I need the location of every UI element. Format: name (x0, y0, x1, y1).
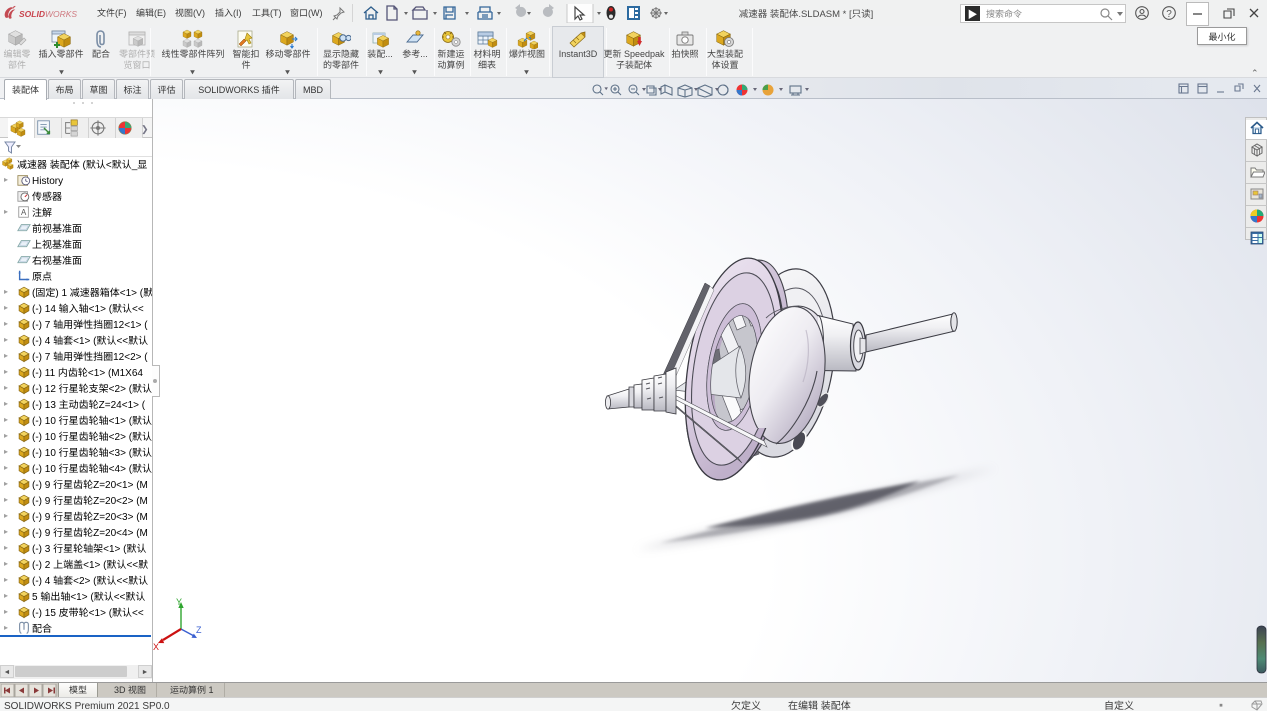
svg-text:SOLIDWORKS: SOLIDWORKS (19, 9, 77, 19)
svg-text:Z: Z (196, 625, 202, 635)
svg-text:?: ? (1166, 9, 1172, 20)
svg-text:Y: Y (176, 597, 182, 607)
svg-text:X: X (153, 642, 159, 652)
svg-text:A: A (21, 208, 27, 217)
